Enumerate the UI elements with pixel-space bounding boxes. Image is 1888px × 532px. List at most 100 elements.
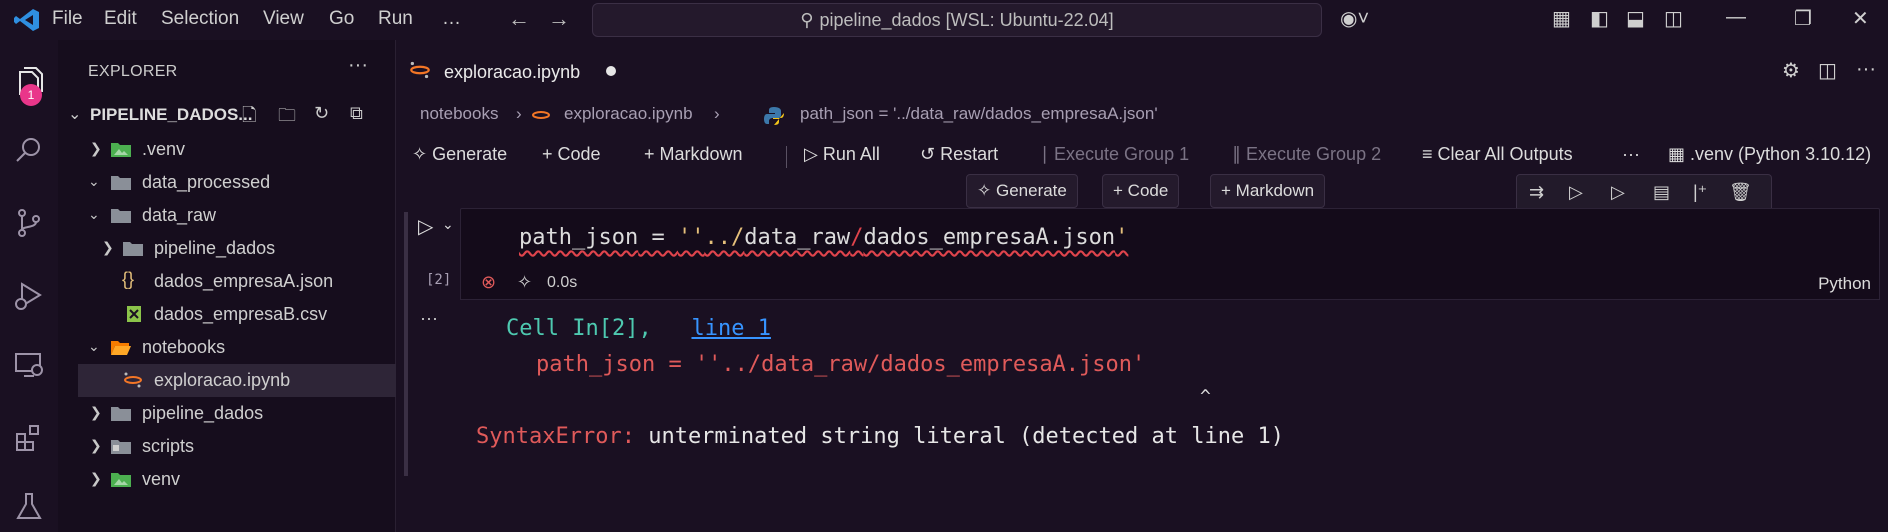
cell-status-bar: ⊗ ✧ 0.0s Python [460, 268, 1880, 300]
execute-group-icon: ∥ [1232, 144, 1241, 164]
chevron-right-icon: › [516, 104, 522, 123]
sparkle-icon: ✧ [977, 181, 992, 200]
tree-item-label: notebooks [142, 337, 226, 357]
tree-item-notebooks[interactable]: ⌄ notebooks [58, 331, 396, 364]
chevron-down-icon[interactable]: ⌄ [442, 216, 454, 233]
output-more-icon[interactable]: ··· [420, 308, 438, 329]
folder-env-icon [111, 143, 131, 157]
execution-duration: 0.0s [547, 274, 578, 291]
search-icon [16, 138, 40, 162]
restart-button[interactable]: ↺ Restart [920, 144, 998, 165]
kernel-picker[interactable]: ▦ .venv (Python 3.10.12) [1668, 144, 1871, 165]
sparkle-icon[interactable]: ✧ [517, 272, 532, 293]
delete-icon[interactable]: 🗑 [1729, 182, 1752, 203]
run-debug-icon [15, 282, 42, 310]
refresh-icon[interactable]: ↻ [314, 103, 329, 124]
flask-icon [16, 493, 42, 519]
remote-explorer-icon [15, 353, 43, 377]
tree-item-pipeline-dados-nested[interactable]: ❯ pipeline_dados [58, 232, 396, 265]
join-cell-icon[interactable]: |⁺ [1693, 182, 1707, 203]
tree-item-data-processed[interactable]: ⌄ data_processed [58, 166, 396, 199]
restore-icon[interactable]: ❐ [1794, 6, 1812, 31]
menu-view[interactable]: View [263, 8, 304, 30]
search-activity[interactable] [0, 124, 58, 178]
minimize-icon[interactable]: — [1726, 6, 1746, 29]
add-markdown-button[interactable]: + Markdown [644, 144, 743, 165]
menu-file[interactable]: File [52, 8, 83, 30]
add-code-button[interactable]: + Code [542, 144, 601, 165]
tree-item-dados-empresaB-csv[interactable]: dados_empresaB.csv [58, 298, 396, 331]
explorer-more-icon[interactable]: ··· [348, 54, 368, 77]
code-cell-editor[interactable]: path_json = ''../data_raw/dados_empresaA… [460, 208, 1880, 272]
execute-group-1-button[interactable]: ∣ Execute Group 1 [1040, 144, 1189, 165]
layout-customize-icon[interactable]: ▦ [1552, 6, 1571, 31]
extensions-activity[interactable] [0, 410, 58, 464]
new-file-icon[interactable]: 🗋 [242, 103, 256, 133]
clear-all-outputs-button[interactable]: ≡ Clear All Outputs [1422, 144, 1573, 165]
chevron-right-icon: ❯ [90, 140, 102, 156]
chevron-right-icon: › [714, 104, 720, 123]
menu-more[interactable]: … [442, 8, 461, 30]
back-arrow-icon[interactable]: ← [508, 6, 530, 32]
chevron-right-icon: ❯ [90, 437, 102, 453]
run-cell-icon[interactable]: ▷ [418, 214, 433, 239]
explorer-sidebar: EXPLORER ··· ⌄ PIPELINE_DADOS... 🗋 🗀 ↻ ⧉… [58, 40, 396, 532]
tree-item-venv-dot[interactable]: ❯ .venv [58, 133, 396, 166]
run-by-line-icon[interactable]: ⇉ [1529, 182, 1544, 203]
breadcrumb-symbol[interactable]: path_json = '../data_raw/dados_empresaA.… [800, 104, 1158, 124]
forward-arrow-icon[interactable]: → [548, 6, 570, 32]
tree-item-data-raw[interactable]: ⌄ data_raw [58, 199, 396, 232]
menu-edit[interactable]: Edit [104, 8, 137, 30]
toolbar-more-icon[interactable]: ··· [1622, 144, 1640, 165]
toggle-panel-icon[interactable]: ⬓ [1626, 6, 1645, 31]
close-icon[interactable]: ✕ [1852, 6, 1869, 31]
insert-code-button[interactable]: + Code [1102, 174, 1180, 208]
menu-go[interactable]: Go [329, 8, 354, 30]
code-line[interactable]: path_json = ''../data_raw/dados_empresaA… [519, 225, 1128, 250]
folder-icon [111, 209, 131, 223]
execute-above-icon[interactable]: ▷ [1569, 182, 1583, 203]
execute-below-icon[interactable]: ▷ [1611, 182, 1625, 203]
insert-markdown-button[interactable]: + Markdown [1210, 174, 1326, 208]
execute-group-2-button[interactable]: ∥ Execute Group 2 [1232, 144, 1381, 165]
tab-label[interactable]: exploracao.ipynb [444, 62, 580, 83]
workspace-root-row[interactable]: ⌄ PIPELINE_DADOS... 🗋 🗀 ↻ ⧉ [58, 100, 396, 130]
run-all-button[interactable]: ▷ Run All [804, 144, 880, 165]
tree-item-pipeline-dados[interactable]: ❯ pipeline_dados [58, 397, 396, 430]
collapse-all-icon[interactable]: ⧉ [350, 103, 363, 124]
remote-explorer-activity[interactable] [0, 338, 58, 392]
unsaved-dot-icon[interactable] [606, 66, 616, 76]
toggle-primary-sidebar-icon[interactable]: ◧ [1590, 6, 1609, 31]
source-control-activity[interactable] [0, 196, 58, 250]
run-debug-activity[interactable] [0, 268, 58, 322]
chevron-down-icon: ⌄ [88, 338, 100, 354]
breadcrumb-folder[interactable]: notebooks [420, 104, 498, 124]
cell-language[interactable]: Python [1818, 274, 1871, 294]
menu-selection[interactable]: Selection [161, 8, 239, 30]
testing-activity[interactable] [0, 480, 58, 532]
generate-button[interactable]: ✧ Generate [412, 144, 507, 165]
split-editor-icon[interactable]: ◫ [1818, 58, 1837, 83]
traceback-code-line: path_json = ''../data_raw/dados_empresaA… [536, 352, 1146, 377]
copilot-icon[interactable]: ◉˅ [1340, 6, 1369, 31]
tree-item-dados-empresaA-json[interactable]: {} dados_empresaA.json [58, 265, 396, 298]
new-folder-icon[interactable]: 🗀 [278, 103, 296, 133]
more-actions-icon[interactable]: ··· [1856, 58, 1876, 81]
command-center-search[interactable]: ⚲ pipeline_dados [WSL: Ubuntu-22.04] [592, 3, 1322, 37]
tree-item-exploracao-ipynb[interactable]: exploracao.ipynb [78, 364, 396, 397]
toggle-secondary-sidebar-icon[interactable]: ◫ [1664, 6, 1683, 31]
explorer-title: EXPLORER [88, 63, 178, 80]
gear-icon[interactable]: ⚙ [1782, 58, 1800, 83]
tree-item-venv[interactable]: ❯ venv [58, 463, 396, 496]
breadcrumb-file[interactable]: exploracao.ipynb [564, 104, 693, 124]
line-link[interactable]: line 1 [691, 316, 770, 341]
chevron-right-icon: ❯ [90, 470, 102, 486]
insert-generate-button[interactable]: ✧ Generate [966, 174, 1078, 208]
tree-item-label: dados_empresaA.json [154, 271, 334, 291]
tree-item-scripts[interactable]: ❯ scripts [58, 430, 396, 463]
error-circle-icon: ⊗ [481, 272, 497, 292]
plus-icon: + [644, 144, 655, 164]
tree-item-label: scripts [142, 436, 195, 456]
split-cell-icon[interactable]: ▤ [1653, 182, 1670, 203]
menu-run[interactable]: Run [378, 8, 413, 30]
